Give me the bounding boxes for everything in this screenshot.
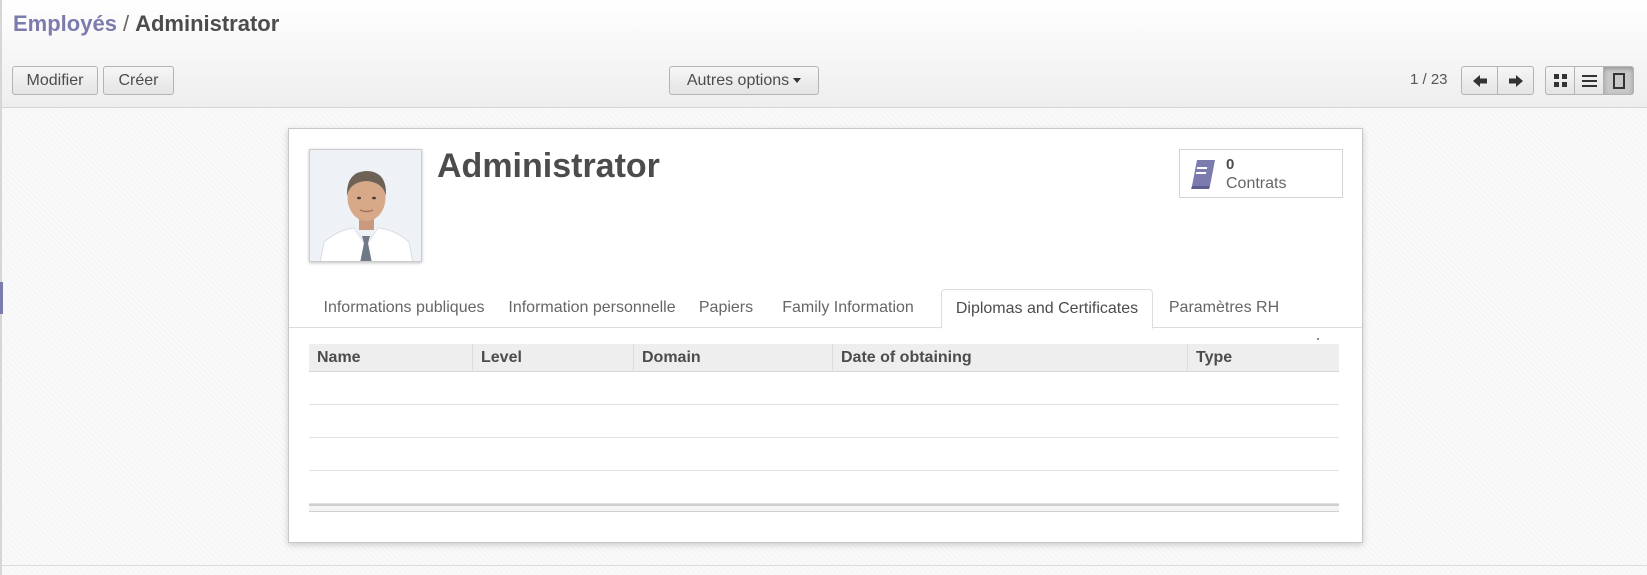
breadcrumb-current: Administrator [135, 11, 280, 36]
tab-family-information[interactable]: Family Information [767, 289, 929, 329]
table-row [309, 372, 1339, 405]
column-header-domain[interactable]: Domain [634, 344, 833, 372]
book-icon [1188, 158, 1218, 190]
employee-name[interactable]: Administrator [437, 147, 660, 186]
breadcrumb-separator: / [122, 11, 130, 36]
more-options-label: Autres options [686, 72, 790, 89]
tab-personal-information[interactable]: Information personnelle [497, 289, 687, 329]
notebook-tabs: Informations publiques Information perso… [289, 289, 1362, 329]
form-view-icon [1604, 67, 1633, 94]
bottom-divider [2, 565, 1647, 566]
tab-papers[interactable]: Papiers [686, 289, 766, 329]
breadcrumb-employees-link[interactable]: Employés [13, 11, 117, 36]
caret-down-icon [793, 78, 802, 84]
kanban-view-icon [1546, 67, 1574, 94]
list-view-button[interactable] [1574, 66, 1604, 95]
pager-previous-button[interactable] [1461, 66, 1498, 95]
arrow-left-icon [1462, 67, 1497, 94]
kanban-view-button[interactable] [1545, 66, 1575, 95]
pager-value[interactable]: 1 / 23 [1410, 71, 1448, 88]
column-header-date-of-obtaining[interactable]: Date of obtaining [833, 344, 1188, 372]
edit-button-label: Modifier [26, 72, 84, 89]
create-button-label: Créer [118, 72, 159, 89]
control-panel: Employés / Administrator Modifier Créer Au… [2, 0, 1647, 108]
create-button[interactable]: Créer [103, 66, 174, 95]
diplomas-table: Name Level Domain Date of obtaining Type [309, 344, 1339, 512]
breadcrumb: Employés / Administrator [13, 11, 279, 37]
contracts-count: 0 [1226, 156, 1235, 173]
contracts-label: Contrats [1226, 175, 1287, 192]
table-header: Name Level Domain Date of obtaining Type [309, 344, 1339, 372]
tab-diplomas-certificates[interactable]: Diplomas and Certificates [941, 289, 1153, 329]
left-edge-marker [0, 282, 3, 314]
edit-button[interactable]: Modifier [12, 66, 98, 95]
contracts-stat-button[interactable]: 0 Contrats [1179, 149, 1343, 198]
arrow-right-icon [1498, 67, 1533, 94]
table-row [309, 471, 1339, 504]
form-sheet: Administrator 0 Contrats Informations pu… [288, 128, 1363, 543]
employee-avatar[interactable] [309, 149, 422, 262]
pager-next-button[interactable] [1497, 66, 1534, 95]
column-header-name[interactable]: Name [309, 344, 473, 372]
form-view-button[interactable] [1603, 66, 1634, 95]
more-options-dropdown[interactable]: Autres options [669, 66, 819, 95]
table-row [309, 405, 1339, 438]
column-resize-handle[interactable] [1317, 338, 1319, 340]
column-header-type[interactable]: Type [1188, 344, 1339, 372]
list-view-icon [1575, 67, 1603, 94]
table-row [309, 438, 1339, 471]
tab-public-information[interactable]: Informations publiques [307, 289, 501, 329]
column-header-level[interactable]: Level [473, 344, 634, 372]
table-footer [309, 504, 1339, 512]
tab-hr-settings[interactable]: Paramètres RH [1155, 289, 1293, 329]
